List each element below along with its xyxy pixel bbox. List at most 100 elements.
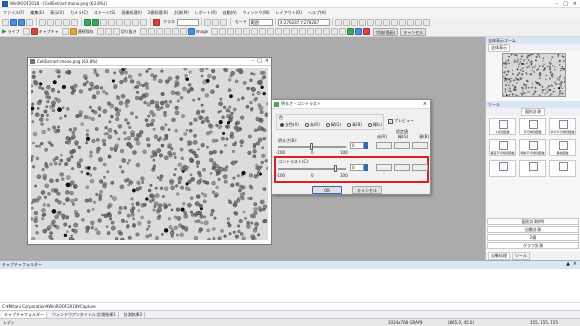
cut-icon[interactable]	[39, 18, 46, 26]
tool-g-icon[interactable]	[211, 28, 219, 35]
menu-item-5[interactable]: 画像処理(I)	[121, 10, 141, 16]
contrast-input[interactable]: 0	[350, 164, 364, 171]
overview-thumbnail[interactable]	[502, 53, 566, 97]
zoom-out-icon[interactable]	[92, 18, 99, 26]
capture-button[interactable]: キャプチャ	[39, 29, 59, 35]
poly-icon[interactable]	[374, 18, 382, 26]
grid-icon[interactable]	[124, 18, 131, 26]
menu-item-7[interactable]: 計測(M)	[174, 10, 189, 16]
text-icon[interactable]	[382, 18, 390, 26]
panel-button-3[interactable]: グラフ計測	[487, 242, 579, 249]
tool-k-icon[interactable]	[243, 28, 251, 35]
select-icon[interactable]	[116, 18, 123, 26]
measure2-icon[interactable]	[211, 18, 219, 26]
tool-q-icon[interactable]	[291, 28, 299, 35]
tool-e-icon[interactable]	[171, 28, 179, 35]
tool-d-icon[interactable]	[163, 28, 171, 35]
channel-radio-1[interactable]: 赤(R)	[304, 122, 320, 128]
tool-x-icon[interactable]	[347, 28, 355, 35]
tool-o-icon[interactable]	[275, 28, 283, 35]
rect-icon[interactable]	[358, 18, 366, 26]
tool-button-6[interactable]	[489, 160, 516, 177]
color-icon[interactable]	[153, 18, 160, 26]
continuous-save-icon[interactable]	[69, 28, 77, 35]
crop-icon[interactable]	[112, 28, 120, 35]
image-button[interactable]: Image	[196, 29, 209, 34]
menu-item-6[interactable]: 2値処理(B)	[148, 10, 168, 16]
tool-button-5[interactable]: 垂線距離	[549, 139, 576, 156]
live-button[interactable]: ライブ	[8, 29, 20, 35]
wand-icon[interactable]	[406, 18, 414, 26]
pin-icon[interactable]: ▲	[566, 261, 570, 267]
line-icon[interactable]	[350, 18, 358, 26]
menu-item-4[interactable]: ステージ(S)	[94, 10, 116, 16]
minimize-button[interactable]: –	[556, 1, 559, 7]
play-icon[interactable]: ▶	[2, 28, 7, 35]
menu-item-9[interactable]: 自動(A)	[223, 10, 237, 16]
copy-icon[interactable]	[47, 18, 54, 26]
cancel-button[interactable]: キャンセル	[352, 186, 382, 194]
tool-c-icon[interactable]	[155, 28, 163, 35]
class-select[interactable]	[176, 18, 199, 26]
panel-button-0[interactable]: 図形計測(M)	[487, 218, 579, 225]
tool-h-icon[interactable]	[219, 28, 227, 35]
tool-n-icon[interactable]	[267, 28, 275, 35]
panel-button-2[interactable]: 2値	[487, 234, 579, 241]
tool-i-icon[interactable]	[227, 28, 235, 35]
channel-radio-0[interactable]: 全色(A)	[280, 122, 299, 128]
menu-item-3[interactable]: カメラ(C)	[70, 10, 88, 16]
tool-t-icon[interactable]	[315, 28, 323, 35]
tool-f-icon[interactable]	[179, 28, 187, 35]
right-tab-1[interactable]: ツール	[512, 251, 530, 260]
ruler-icon[interactable]	[414, 18, 422, 26]
ok-button[interactable]: OK	[312, 186, 342, 194]
menu-item-12[interactable]: ヘルプ(H)	[308, 10, 326, 16]
image-close-button[interactable]: ×	[265, 58, 269, 64]
bottom-tab-0[interactable]: キャプチャフォルダー	[2, 311, 47, 318]
pointer-icon[interactable]	[334, 18, 342, 26]
fit-icon[interactable]	[100, 18, 107, 26]
menu-item-10[interactable]: ウィンドウ(W)	[243, 10, 270, 16]
menu-item-2[interactable]: 表示(V)	[50, 10, 64, 16]
overview-tab[interactable]: 全体表示	[488, 43, 510, 52]
tools-tab[interactable]: 図形計測	[521, 108, 545, 116]
menu-item-8[interactable]: レポート(R)	[195, 10, 217, 16]
preview-checkbox[interactable]: ✓ プレビュー	[388, 118, 414, 124]
close-button[interactable]: ×	[573, 1, 577, 7]
dialog-titlebar[interactable]: 明るさ・コントラスト ×	[272, 100, 430, 109]
redo-icon[interactable]	[71, 18, 78, 26]
brightness-slider-thumb[interactable]	[310, 143, 313, 150]
tool-w-icon[interactable]	[339, 28, 347, 35]
angle-icon[interactable]	[422, 18, 430, 26]
tool-button-1[interactable]: 平行線間距離	[519, 118, 546, 135]
bottom-tab-2[interactable]: 計測結果2	[122, 311, 146, 318]
brightness-spin-icon[interactable]	[364, 142, 368, 149]
histogram-icon[interactable]	[140, 18, 147, 26]
fill-icon[interactable]	[390, 18, 398, 26]
record-icon[interactable]	[30, 28, 38, 35]
image-window[interactable]: CellExtract-mono.png (63.8%) – □ ×	[27, 57, 272, 245]
pause-icon[interactable]	[22, 28, 30, 35]
tool-button-4[interactable]: 傾斜平行線間距離	[519, 139, 546, 156]
tool-z-icon[interactable]	[363, 28, 371, 35]
stage-icon[interactable]	[104, 28, 112, 35]
eraser-icon[interactable]	[398, 18, 406, 26]
contrast-spin-icon[interactable]	[364, 164, 368, 171]
ellipse-icon[interactable]	[366, 18, 374, 26]
channel-radio-2[interactable]: 緑(G)	[325, 122, 341, 128]
tool-p-icon[interactable]	[283, 28, 291, 35]
tool-button-8[interactable]	[549, 160, 576, 177]
image-icon[interactable]	[187, 28, 195, 35]
tool-l-icon[interactable]	[251, 28, 259, 35]
tool-y-icon[interactable]	[355, 28, 363, 35]
tool-button-0[interactable]: 2点間距離	[489, 118, 516, 135]
right-tab-0[interactable]: 自動処理	[488, 251, 510, 260]
tool-a-icon[interactable]	[139, 28, 147, 35]
tool-button-2[interactable]: 水平平行線間距離	[549, 118, 576, 135]
new-icon[interactable]	[2, 18, 9, 26]
brightness-input[interactable]: 0	[350, 142, 364, 149]
tool-m-icon[interactable]	[259, 28, 267, 35]
hand-icon[interactable]	[108, 18, 115, 26]
tool-r-icon[interactable]	[299, 28, 307, 35]
panel-button-1[interactable]: 自動計測	[487, 226, 579, 233]
